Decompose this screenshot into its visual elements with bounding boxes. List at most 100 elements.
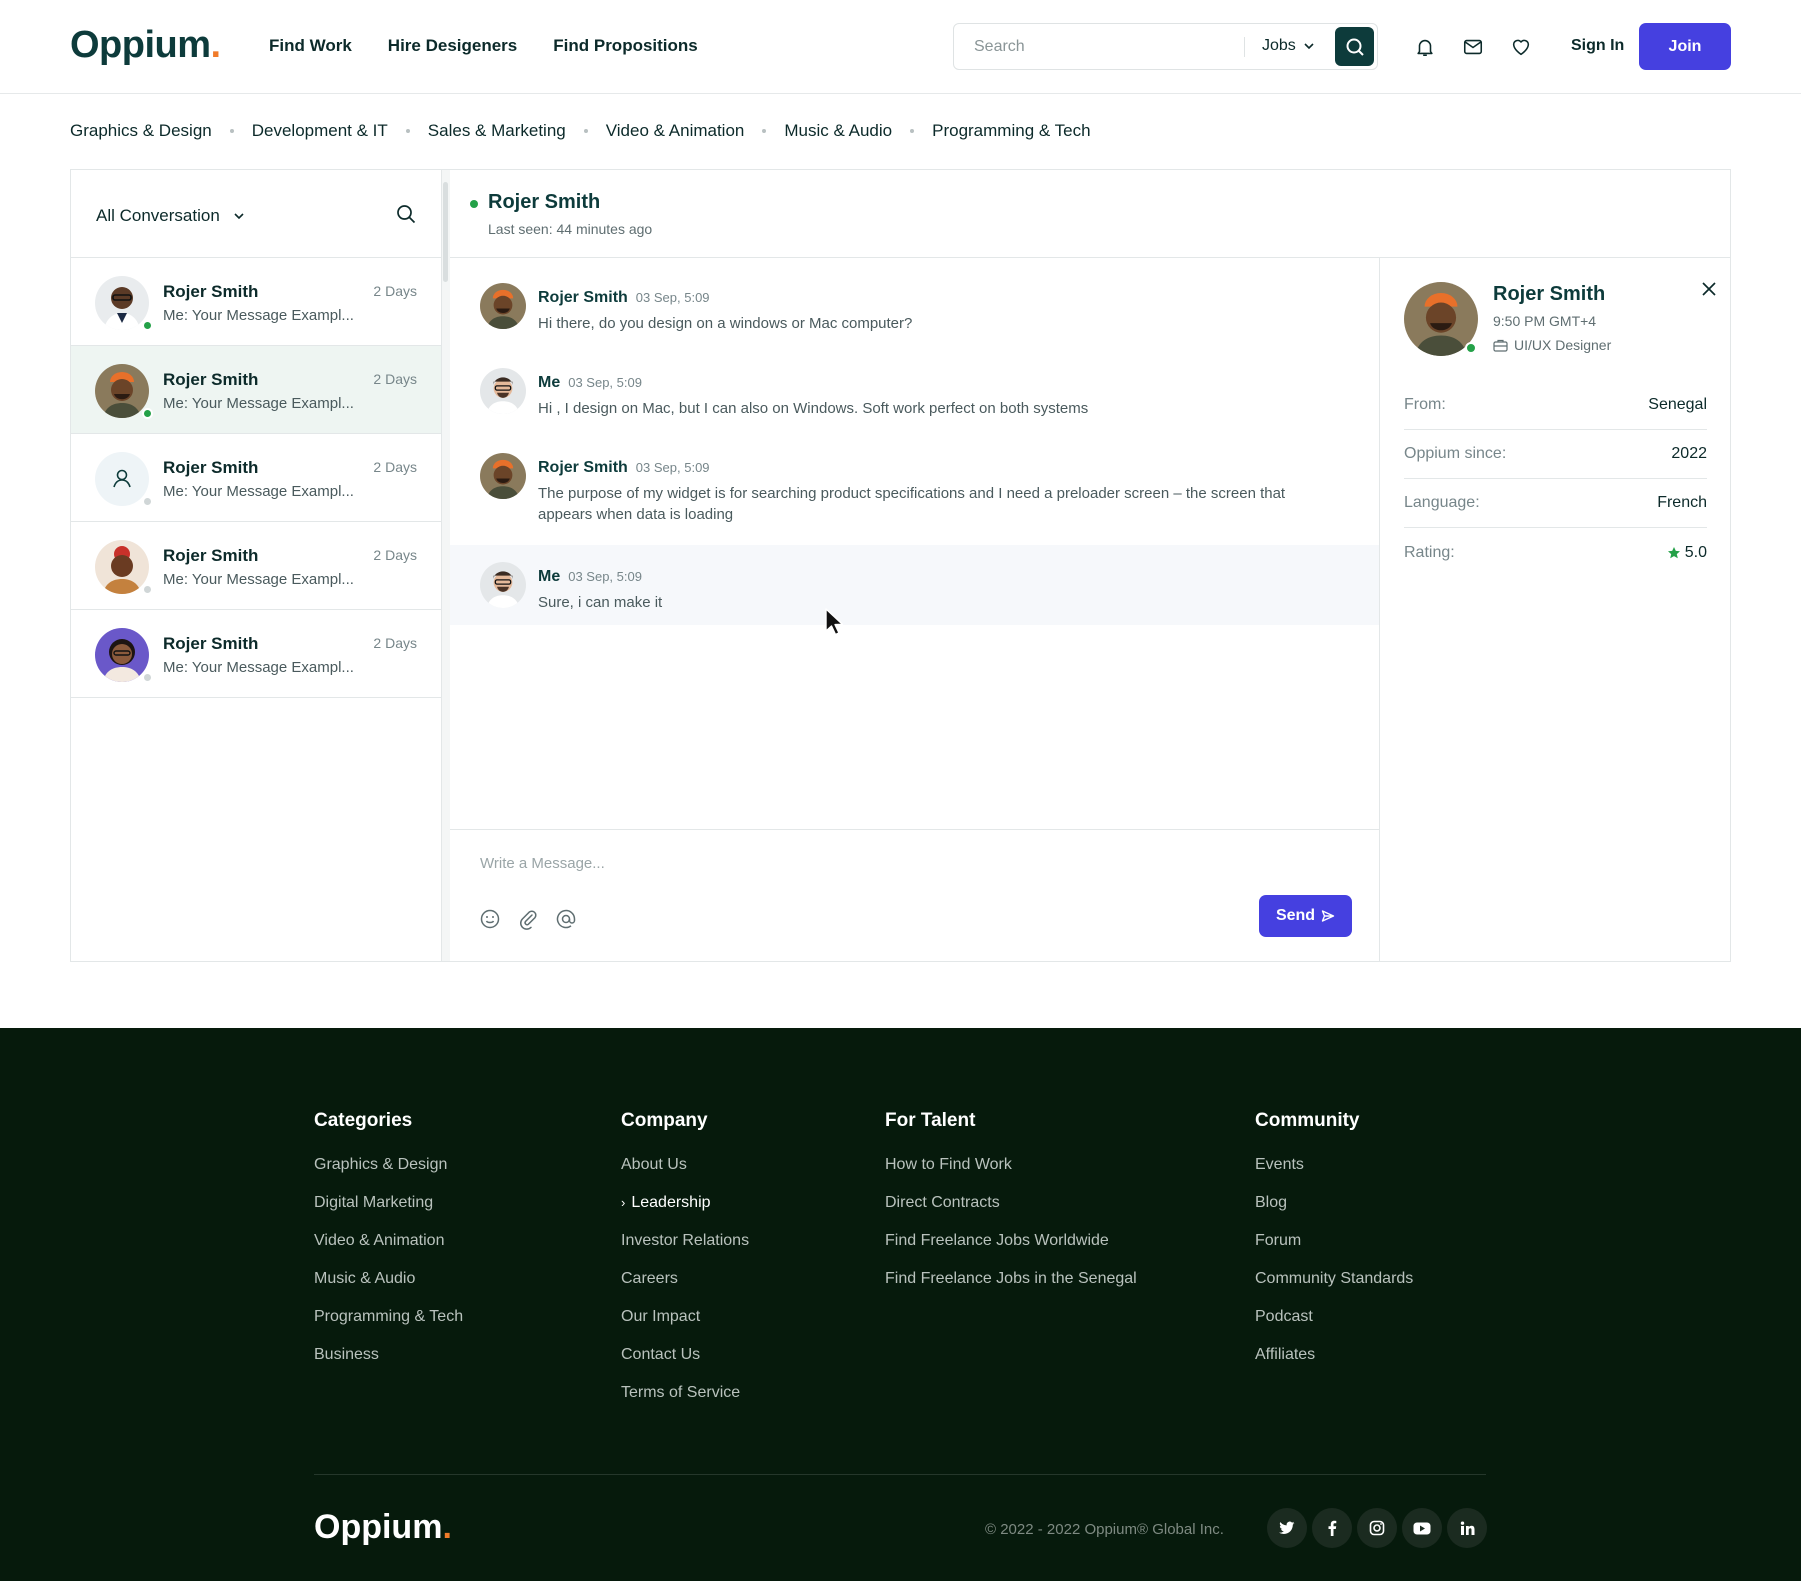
search-input[interactable]: Search [974, 38, 1025, 56]
scrollbar-thumb[interactable] [443, 182, 448, 282]
message-list: Rojer Smith 03 Sep, 5:09 Hi there, do you… [450, 258, 1379, 829]
footer-link[interactable]: Our Impact [621, 1308, 749, 1346]
join-button[interactable]: Join [1639, 23, 1731, 70]
top-header: Oppium. Find Work Hire Desigeners Find P… [0, 0, 1801, 94]
conversation-name: Rojer Smith [163, 282, 259, 301]
twitter-button[interactable] [1267, 1508, 1307, 1548]
conversation-time: 2 Days [373, 635, 417, 651]
conversation-list-scrollbar[interactable] [442, 170, 450, 961]
main-nav: Find Work Hire Desigeners Find Propositi… [269, 36, 698, 56]
search-divider [1244, 37, 1245, 57]
footer-link[interactable]: Programming & Tech [314, 1308, 463, 1346]
attachment-icon[interactable] [517, 908, 539, 930]
sign-in-link[interactable]: Sign In [1571, 37, 1624, 55]
chat-contact-name[interactable]: Rojer Smith [488, 191, 600, 214]
conversation-list-header: All Conversation [71, 170, 441, 258]
conversation-name: Rojer Smith [163, 370, 259, 389]
footer-logo[interactable]: Oppium. [314, 1508, 452, 1547]
footer-link[interactable]: Community Standards [1255, 1270, 1413, 1308]
chat-area: Rojer Smith Last seen: 44 minutes ago Ro… [450, 170, 1730, 961]
footer-column-title: Community [1255, 1110, 1360, 1131]
nav-find-propositions[interactable]: Find Propositions [553, 36, 698, 56]
footer-link[interactable]: Investor Relations [621, 1232, 749, 1270]
category-video-animation[interactable]: Video & Animation [606, 121, 745, 141]
footer-link[interactable]: Terms of Service [621, 1384, 749, 1422]
message-input[interactable]: Write a Message... [480, 855, 605, 872]
mail-icon [1463, 39, 1483, 55]
footer-link[interactable]: Find Freelance Jobs Worldwide [885, 1232, 1137, 1270]
category-separator [910, 129, 915, 133]
favorites-button[interactable] [1509, 35, 1533, 59]
search-scope-dropdown[interactable]: Jobs [1262, 37, 1314, 55]
footer-link[interactable]: Music & Audio [314, 1270, 463, 1308]
emoji-icon[interactable] [479, 908, 501, 930]
conversation-item[interactable]: Rojer Smith 2 Days Me: Your Message Exam… [71, 434, 441, 522]
category-programming-tech[interactable]: Programming & Tech [932, 121, 1090, 141]
profile-local-time: 9:50 PM GMT+4 [1493, 313, 1597, 329]
category-sales-marketing[interactable]: Sales & Marketing [428, 121, 566, 141]
messages-button[interactable] [1461, 35, 1485, 59]
message-composer: Write a Message... Send [450, 829, 1379, 961]
footer-link[interactable]: Forum [1255, 1232, 1413, 1270]
facebook-button[interactable] [1312, 1508, 1352, 1548]
profile-row-value: Senegal [1648, 396, 1707, 413]
conversation-search-button[interactable] [396, 204, 416, 229]
footer-link[interactable]: Blog [1255, 1194, 1413, 1232]
message-text: Hi , I design on Mac, but I can also on … [538, 400, 1089, 417]
conversation-item[interactable]: Rojer Smith 2 Days Me: Your Message Exam… [71, 258, 441, 346]
category-development-it[interactable]: Development & IT [252, 121, 388, 141]
nav-hire-designers[interactable]: Hire Desigeners [388, 36, 517, 56]
footer-link[interactable]: Video & Animation [314, 1232, 463, 1270]
message-time: 03 Sep, 5:09 [635, 460, 710, 475]
mention-icon[interactable] [555, 908, 577, 930]
messaging-panel: All Conversation Rojer Smith 2 Days Me: … [70, 169, 1731, 962]
linkedin-icon [1460, 1521, 1474, 1535]
conversation-filter-dropdown[interactable]: All Conversation [96, 206, 244, 226]
conversation-name: Rojer Smith [163, 546, 259, 565]
footer-link[interactable]: Graphics & Design [314, 1156, 463, 1194]
conversation-item[interactable]: Rojer Smith 2 Days Me: Your Message Exam… [71, 522, 441, 610]
category-music-audio[interactable]: Music & Audio [784, 121, 892, 141]
oppium-logo[interactable]: Oppium. [70, 24, 221, 67]
conversation-name: Rojer Smith [163, 458, 259, 477]
conversation-preview: Me: Your Message Exampl... [163, 483, 354, 500]
notifications-button[interactable] [1413, 35, 1437, 59]
footer-column-categories: Categories Graphics & Design Digital Mar… [314, 1110, 463, 1384]
category-separator [405, 129, 410, 133]
footer-link[interactable]: Digital Marketing [314, 1194, 463, 1232]
youtube-button[interactable] [1402, 1508, 1442, 1548]
search-button[interactable] [1335, 27, 1374, 66]
message-author: Rojer Smith 03 Sep, 5:09 [538, 459, 710, 476]
facebook-icon [1328, 1520, 1337, 1536]
footer-column-company: Company About Us › Leadership Investor Re… [621, 1110, 749, 1422]
conversation-item-active[interactable]: Rojer Smith 2 Days Me: Your Message Exam… [71, 346, 441, 434]
footer-link[interactable]: Direct Contracts [885, 1194, 1137, 1232]
linkedin-button[interactable] [1447, 1508, 1487, 1548]
footer-link[interactable]: Podcast [1255, 1308, 1413, 1346]
close-profile-button[interactable] [1700, 280, 1718, 303]
footer-link[interactable]: Events [1255, 1156, 1413, 1194]
footer-link[interactable]: Contact Us [621, 1346, 749, 1384]
footer-link[interactable]: Affiliates [1255, 1346, 1413, 1384]
chevron-down-icon [1304, 43, 1314, 49]
footer-link[interactable]: Careers [621, 1270, 749, 1308]
conversation-item[interactable]: Rojer Smith 2 Days Me: Your Message Exam… [71, 610, 441, 698]
instagram-button[interactable] [1357, 1508, 1397, 1548]
profile-rating: 5.0 [1667, 544, 1707, 562]
footer-link[interactable]: Find Freelance Jobs in the Senegal [885, 1270, 1137, 1308]
offline-status-indicator [142, 496, 153, 507]
social-links [1267, 1508, 1487, 1548]
nav-find-work[interactable]: Find Work [269, 36, 352, 56]
footer-link-active[interactable]: › Leadership [621, 1194, 749, 1232]
profile-row-label: Oppium since: [1404, 445, 1507, 462]
mouse-cursor-icon [825, 608, 844, 636]
category-graphics-design[interactable]: Graphics & Design [70, 121, 212, 141]
footer-link[interactable]: How to Find Work [885, 1156, 1137, 1194]
conversation-time: 2 Days [373, 459, 417, 475]
star-icon [1667, 546, 1680, 558]
offline-status-indicator [142, 672, 153, 683]
footer-link[interactable]: About Us [621, 1156, 749, 1194]
footer-link[interactable]: Business [314, 1346, 463, 1384]
profile-row-from: From: Senegal [1404, 381, 1707, 430]
send-button[interactable]: Send [1259, 895, 1352, 937]
